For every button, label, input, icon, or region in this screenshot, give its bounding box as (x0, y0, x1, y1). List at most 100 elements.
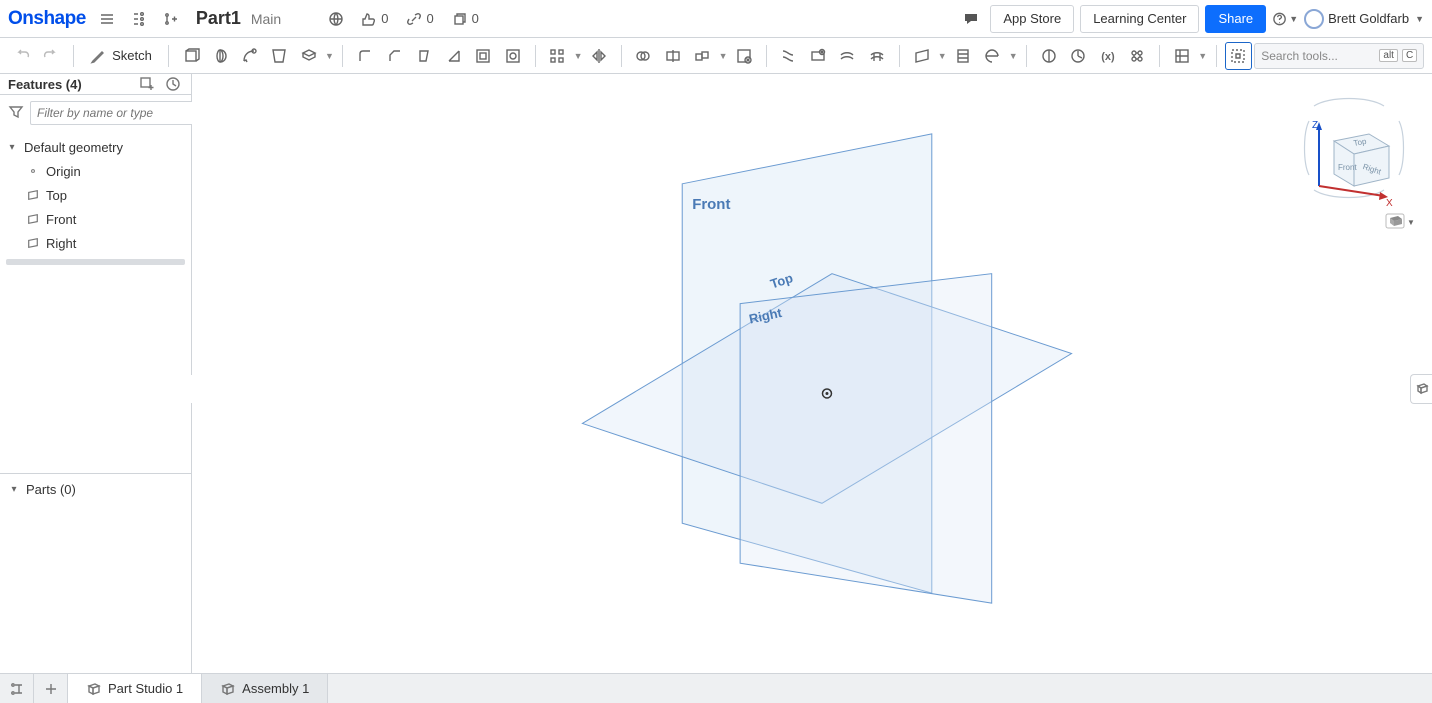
globe-icon[interactable] (323, 6, 349, 32)
view-cube[interactable]: Z X Top Front Right (1294, 86, 1414, 236)
likes-value: 0 (381, 11, 388, 26)
workspace-label[interactable]: Main (251, 11, 281, 27)
select-icon[interactable] (1225, 42, 1253, 70)
mass-props-icon[interactable] (1124, 42, 1152, 70)
brand-logo[interactable]: Onshape (8, 8, 88, 30)
feature-filter-input[interactable] (30, 101, 201, 125)
add-tab-button[interactable] (34, 674, 68, 703)
tree-plane-front[interactable]: Front (0, 207, 191, 231)
caret-down-icon: ▾ (8, 484, 20, 495)
viewport-canvas: Front Top Right (192, 74, 1432, 673)
create-dropdown[interactable]: ▼ (325, 51, 335, 61)
measure-icon[interactable] (1065, 42, 1093, 70)
tree-config-icon[interactable] (126, 6, 152, 32)
offset-surface-icon[interactable] (834, 42, 862, 70)
help-icon[interactable]: ▼ (1272, 6, 1298, 32)
document-title[interactable]: Part1 (196, 8, 241, 29)
search-kbd-2: C (1402, 49, 1417, 62)
links-count[interactable]: 0 (406, 11, 433, 27)
shell-icon[interactable] (470, 42, 498, 70)
curve-icon[interactable] (979, 42, 1007, 70)
learning-center-button[interactable]: Learning Center (1080, 5, 1199, 33)
avatar-icon (1304, 9, 1324, 29)
pattern-icon[interactable] (544, 42, 572, 70)
render-style-button (1386, 214, 1404, 228)
fillet-icon[interactable] (351, 42, 379, 70)
tree-default-geometry[interactable]: ▾ Default geometry (0, 135, 191, 159)
rib-icon[interactable] (440, 42, 468, 70)
draft-icon[interactable] (410, 42, 438, 70)
svg-text:X: X (1386, 198, 1393, 209)
helix-icon[interactable] (949, 42, 977, 70)
app-store-button[interactable]: App Store (990, 5, 1074, 33)
tab-assembly[interactable]: Assembly 1 (202, 674, 328, 703)
right-panel-toggle[interactable] (1410, 374, 1432, 404)
tab-label: Part Studio 1 (108, 681, 183, 696)
plane-label-front: Front (692, 196, 730, 213)
replace-face-icon[interactable] (804, 42, 832, 70)
links-value: 0 (426, 11, 433, 26)
parts-header[interactable]: ▾ Parts (0) (0, 474, 191, 504)
mirror-icon[interactable] (585, 42, 613, 70)
tree-item-label: Origin (46, 164, 81, 179)
plane-icon (26, 236, 40, 250)
plane-icon[interactable] (908, 42, 936, 70)
tree-origin[interactable]: Origin (0, 159, 191, 183)
transform-icon[interactable] (689, 42, 717, 70)
user-menu[interactable]: Brett Goldfarb ▼ (1304, 9, 1424, 29)
tree-item-label: Front (46, 212, 76, 227)
search-tools-input[interactable]: Search tools... alt C (1254, 43, 1424, 69)
svg-text:Front: Front (1338, 163, 1357, 172)
insert-icon[interactable] (158, 6, 184, 32)
redo-button[interactable] (38, 42, 66, 70)
hole-icon[interactable] (499, 42, 527, 70)
tree-plane-top[interactable]: Top (0, 183, 191, 207)
tree-item-label: Right (46, 236, 76, 251)
variable-icon[interactable]: (x) (1094, 42, 1122, 70)
loft-icon[interactable] (265, 42, 293, 70)
copies-count[interactable]: 0 (452, 11, 479, 27)
undo-button[interactable] (8, 42, 36, 70)
features-header[interactable]: Features (4) (0, 74, 191, 95)
boolean-icon[interactable] (630, 42, 658, 70)
sketch-label: Sketch (112, 48, 152, 63)
pattern-dropdown[interactable]: ▼ (573, 51, 583, 61)
comments-icon[interactable] (958, 6, 984, 32)
plane-icon (26, 188, 40, 202)
modify-dropdown[interactable]: ▼ (718, 51, 728, 61)
svg-text:(x): (x) (1101, 51, 1115, 63)
3d-viewport[interactable]: Front Top Right Z X (192, 74, 1432, 673)
origin-icon (26, 164, 40, 178)
rollback-bar[interactable] (6, 259, 185, 265)
revolve-icon[interactable] (206, 42, 234, 70)
extrude-icon[interactable] (177, 42, 205, 70)
move-face-icon[interactable] (775, 42, 803, 70)
filter-icon[interactable] (8, 104, 24, 123)
construct-dropdown[interactable]: ▼ (937, 51, 947, 61)
sweep-icon[interactable] (236, 42, 264, 70)
add-feature-icon[interactable] (137, 74, 157, 94)
sketch-button[interactable]: Sketch (82, 42, 160, 70)
section-view-icon[interactable] (1035, 42, 1063, 70)
likes-count[interactable]: 0 (361, 11, 388, 27)
svg-text:▼: ▼ (1407, 218, 1414, 227)
share-button[interactable]: Share (1205, 5, 1266, 33)
modify-fillet-icon[interactable] (863, 42, 891, 70)
tree-plane-right[interactable]: Right (0, 231, 191, 255)
feature-toolbar: Sketch ▼ ▼ ▼ ▼ ▼ (x) ▼ Search tools... a… (0, 38, 1432, 74)
feature-tree: ▾ Default geometry Origin Top Front Righ… (0, 131, 191, 273)
menu-icon[interactable] (94, 6, 120, 32)
parts-title: Parts (0) (26, 482, 76, 497)
tab-part-studio[interactable]: Part Studio 1 (68, 674, 202, 703)
tab-manager-button[interactable] (0, 674, 34, 703)
split-icon[interactable] (659, 42, 687, 70)
thicken-icon[interactable] (295, 42, 323, 70)
custom-features-icon[interactable] (1168, 42, 1196, 70)
delete-face-icon[interactable] (730, 42, 758, 70)
custom-dropdown[interactable]: ▼ (1198, 51, 1208, 61)
default-geometry-label: Default geometry (24, 140, 123, 155)
chamfer-icon[interactable] (381, 42, 409, 70)
main-area: Features (4) ▾ Default geometry (0, 74, 1432, 673)
rollback-icon[interactable] (163, 74, 183, 94)
curve-dropdown[interactable]: ▼ (1008, 51, 1018, 61)
